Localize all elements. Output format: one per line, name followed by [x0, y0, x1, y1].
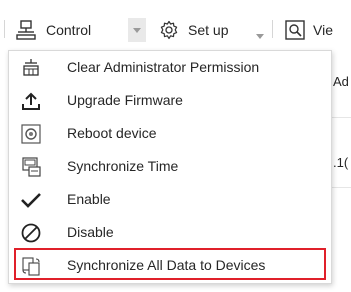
- background-cell-text: .1(: [333, 155, 349, 170]
- menu-item-label: Clear Administrator Permission: [67, 59, 260, 75]
- sync-time-icon: [19, 155, 43, 179]
- toolbar-separator-2: [272, 20, 273, 38]
- control-menu-button[interactable]: Control: [14, 18, 91, 42]
- view-menu-button[interactable]: Vie: [283, 18, 333, 42]
- menu-item-label: Upgrade Firmware: [67, 92, 183, 108]
- upload-icon: [19, 89, 43, 113]
- menu-item-label: Reboot device: [67, 125, 157, 141]
- caret-down-icon: [133, 27, 141, 33]
- highlight-annotation-box: [14, 248, 326, 280]
- toolbar-separator: [4, 20, 5, 38]
- control-dropdown-caret[interactable]: [128, 18, 146, 42]
- gear-icon: [158, 19, 180, 41]
- control-icon: [14, 18, 38, 42]
- background-row-divider-2: [330, 187, 351, 188]
- control-label: Control: [46, 22, 92, 38]
- menu-item-label: Synchronize Time: [67, 158, 179, 174]
- control-dropdown-menu: Clear Administrator Permission Upgrade F…: [8, 50, 332, 284]
- menu-item-label: Enable: [67, 191, 111, 207]
- disable-icon: [19, 221, 43, 245]
- menu-item-reboot-device[interactable]: Reboot device: [9, 117, 331, 150]
- menu-item-clear-admin-permission[interactable]: Clear Administrator Permission: [9, 51, 331, 84]
- setup-menu-button[interactable]: Set up: [158, 18, 228, 42]
- menu-item-upgrade-firmware[interactable]: Upgrade Firmware: [9, 84, 331, 117]
- toolbar: Control Set up Vie: [0, 0, 351, 56]
- menu-item-disable[interactable]: Disable: [9, 216, 331, 249]
- view-label: Vie: [313, 22, 333, 38]
- checkmark-icon: [19, 188, 43, 212]
- clear-permission-icon: [19, 56, 43, 80]
- background-column-text: Ad: [333, 74, 349, 89]
- background-row-divider: [330, 117, 351, 118]
- setup-caret-down-icon[interactable]: [256, 27, 264, 42]
- menu-item-enable[interactable]: Enable: [9, 183, 331, 216]
- menu-item-label: Disable: [67, 224, 114, 240]
- setup-label: Set up: [188, 22, 229, 38]
- reboot-icon: [19, 122, 43, 146]
- menu-item-synchronize-time[interactable]: Synchronize Time: [9, 150, 331, 183]
- magnifier-icon: [283, 18, 307, 42]
